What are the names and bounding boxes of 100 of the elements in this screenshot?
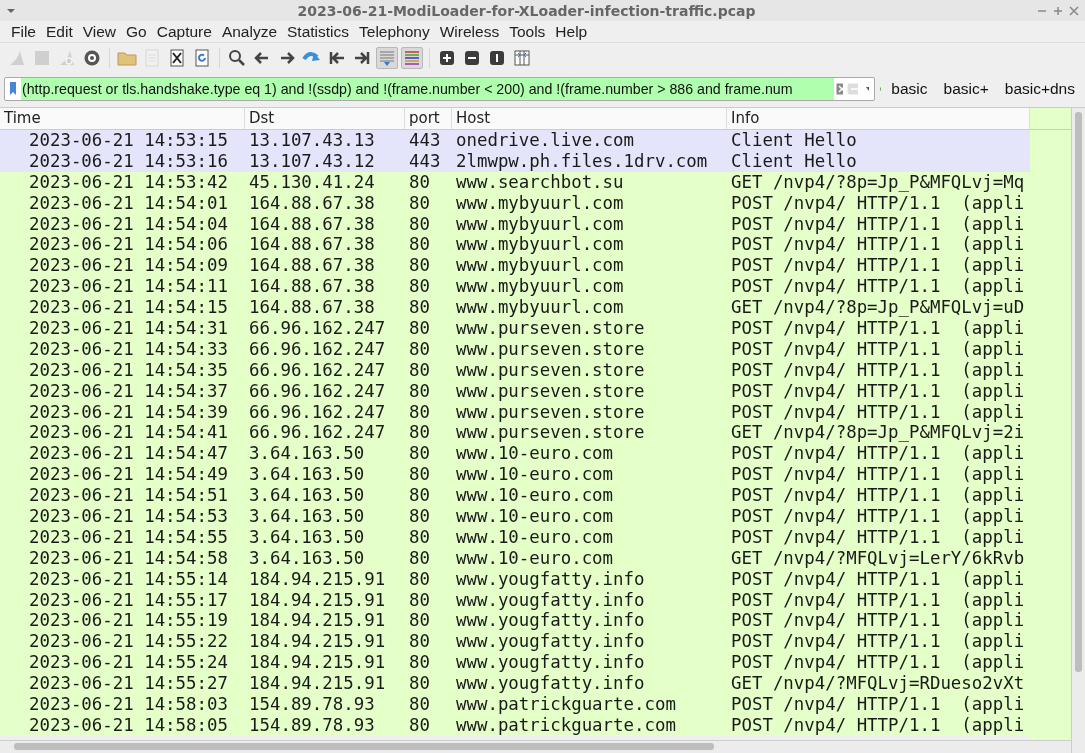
table-cell-text: 184.94.215.91 [248,610,387,632]
table-cell-text: POST /nvp4/ HTTP/1.1 (appli [730,234,1026,256]
menu-item[interactable]: Statistics [282,22,355,41]
table-cell-text: 2023-06-21 14:55:27 [28,673,229,695]
menu-item[interactable]: Help [550,22,593,41]
table-cell-text: 2023-06-21 14:54:39 [28,401,229,423]
table-cell-text: POST /nvp4/ HTTP/1.1 (appli [730,526,1026,548]
packet-row[interactable]: 2023-06-21 14:55:14 184.94.215.91 80 www.yougfatty.info POST /nvp4/ HTTP/1.1 (appli [0,568,1030,590]
menu-item[interactable]: Go [121,22,152,41]
table-cell-text: 80 [408,422,431,444]
menu-item[interactable]: Tools [504,22,551,41]
table-cell-text: www.purseven.store [455,318,646,339]
table-cell-text: www.mybyuurl.com [455,192,625,214]
packet-row[interactable]: 2023-06-21 14:54:06 164.88.67.38 80 www.mybyuurl.com POST /nvp4/ HTTP/1.1 (appli [0,234,1030,256]
packet-row[interactable]: 2023-06-21 14:54:11 164.88.67.38 80 www.mybyuurl.com POST /nvp4/ HTTP/1.1 (appli [0,276,1030,298]
colored-lines-icon[interactable] [401,46,423,69]
packet-row[interactable]: 2023-06-21 14:54:47 3.64.163.50 80 www.10-euro.com POST /nvp4/ HTTP/1.1 (appli [0,443,1030,465]
packet-row[interactable]: 2023-06-21 14:54:55 3.64.163.50 80 www.10-euro.com POST /nvp4/ HTTP/1.1 (appli [0,526,1030,548]
packet-row[interactable]: 2023-06-21 14:54:53 3.64.163.50 80 www.10-euro.com POST /nvp4/ HTTP/1.1 (appli [0,506,1030,527]
packet-row[interactable]: 2023-06-21 14:54:09 164.88.67.38 80 www.mybyuurl.com POST /nvp4/ HTTP/1.1 (appli [0,255,1030,277]
packet-row[interactable]: 2023-06-21 14:54:01 164.88.67.38 80 www.mybyuurl.com POST /nvp4/ HTTP/1.1 (appli [0,192,1030,214]
menu-item[interactable]: File [6,22,41,41]
table-cell-text: 3.64.163.50 [248,464,366,486]
menu-item[interactable]: View [77,22,122,41]
column-header[interactable]: Time [0,108,245,129]
menu-item[interactable]: Wireless [434,22,505,41]
packet-row[interactable]: 2023-06-21 14:53:42 45.130.41.24 80 www.searchbot.su GET /nvp4/?8p=Jp_P&MFQLvj=Mq [0,171,1030,193]
menu-item[interactable]: Edit [41,22,78,41]
window-menu-icon[interactable] [6,6,16,15]
table-cell-text: www.purseven.store [455,380,646,402]
table-cell-text: POST /nvp4/ HTTP/1.1 (appli [730,610,1026,632]
table-cell-text: 2023-06-21 14:54:41 [28,422,229,444]
table-cell-text: www.purseven.store [455,422,646,444]
packet-row[interactable]: 2023-06-21 14:55:22 184.94.215.91 80 www.yougfatty.info POST /nvp4/ HTTP/1.1 (appli [0,631,1030,653]
table-cell-text: 2023-06-21 14:55:14 [28,568,229,590]
table-cell-text: 164.88.67.38 [248,255,376,277]
column-header[interactable]: port [405,108,452,129]
filter-button[interactable]: basic+dns [998,80,1081,98]
table-cell-text: www.10-euro.com [455,547,615,569]
table-cell-text: 3.64.163.50 [248,547,366,569]
table-cell-text: 80 [408,443,431,465]
table-cell-text: POST /nvp4/ HTTP/1.1 (appli [730,359,1026,381]
table-cell-text: 45.130.41.24 [248,171,376,193]
column-header[interactable]: Host [452,108,727,129]
menu-item[interactable]: Capture [151,22,217,41]
packet-row[interactable]: 2023-06-21 14:54:49 3.64.163.50 80 www.10-euro.com POST /nvp4/ HTTP/1.1 (appli [0,464,1030,486]
table-cell-text: GET /nvp4/?8p=Jp_P&MFQLvj=Mq [730,171,1026,193]
packet-row[interactable]: 2023-06-21 14:54:58 3.64.163.50 80 www.10-euro.com GET /nvp4/?MFQLvj=LerY/6kRvb [0,547,1030,569]
table-cell-text: Client Hello [730,130,858,151]
table-cell-text: www.10-euro.com [455,526,615,548]
packet-row[interactable]: 2023-06-21 14:54:15 164.88.67.38 80 www.mybyuurl.com GET /nvp4/?8p=Jp_P&MFQLvj=uD [0,297,1030,318]
table-cell-text: POST /nvp4/ HTTP/1.1 (appli [730,652,1026,674]
packet-row[interactable]: 2023-06-21 14:54:31 66.96.162.247 80 www.purseven.store POST /nvp4/ HTTP/1.1 (appli [0,318,1030,339]
horizontal-scrollbar[interactable] [0,740,1071,753]
clear-icon[interactable] [836,83,843,95]
menu-item[interactable]: Analyze [216,22,283,41]
filter-button[interactable]: basic [885,80,934,98]
bookmark-icon[interactable] [7,81,19,97]
table-cell-text: 66.96.162.247 [248,422,387,444]
table-cell-text: www.10-euro.com [455,506,615,527]
packet-row[interactable]: 2023-06-21 14:54:33 66.96.162.247 80 www.purseven.store POST /nvp4/ HTTP/1.1 (appli [0,338,1030,360]
packet-row[interactable]: 2023-06-21 14:55:24 184.94.215.91 80 www.yougfatty.info POST /nvp4/ HTTP/1.1 (appli [0,652,1030,674]
table-cell-text: POST /nvp4/ HTTP/1.1 (appli [730,255,1026,277]
table-cell-text: 80 [408,610,431,632]
packet-row[interactable]: 2023-06-21 14:53:15 13.107.43.13 443 onedrive.live.com Client Hello [0,130,1030,151]
table-cell-text: POST /nvp4/ HTTP/1.1 (appli [730,506,1026,527]
filter-button[interactable]: basic+ [937,80,995,98]
packet-row[interactable]: 2023-06-21 14:58:03 154.89.78.93 80 www.patrickguarte.com POST /nvp4/ HTTP/1.1 (appli [0,694,1030,715]
table-cell-text: 80 [408,485,431,507]
packet-row[interactable]: 2023-06-21 14:53:16 13.107.43.12 443 2lmwpw.ph.files.1drv.com Client Hello [0,150,1030,172]
packet-row[interactable]: 2023-06-21 14:54:04 164.88.67.38 80 www.mybyuurl.com POST /nvp4/ HTTP/1.1 (appli [0,213,1030,235]
table-cell-text: 80 [408,714,431,736]
packet-row[interactable]: 2023-06-21 14:58:05 154.89.78.93 80 www.patrickguarte.com POST /nvp4/ HTTP/1.1 (appli [0,714,1030,736]
table-cell-text: 2023-06-21 14:53:16 [28,150,229,172]
packet-row[interactable]: 2023-06-21 14:55:19 184.94.215.91 80 www.yougfatty.info POST /nvp4/ HTTP/1.1 (appli [0,610,1030,632]
dropdown-caret-icon[interactable] [864,86,869,92]
menu-item[interactable]: Telephony [354,22,435,41]
table-cell-text: 2023-06-21 14:54:47 [28,443,229,465]
packet-row[interactable]: 2023-06-21 14:54:51 3.64.163.50 80 www.10-euro.com POST /nvp4/ HTTP/1.1 (appli [0,485,1030,507]
table-cell-text: POST /nvp4/ HTTP/1.1 (appli [730,568,1026,590]
table-cell-text: www.yougfatty.info [455,589,646,611]
table-cell-text: 2023-06-21 14:54:15 [28,297,229,318]
packet-row[interactable]: 2023-06-21 14:55:27 184.94.215.91 80 www.yougfatty.info GET /nvp4/?MFQLvj=RDueso2vXt [0,673,1030,695]
close-icon[interactable] [1069,5,1079,16]
vertical-scrollbar[interactable] [1071,108,1085,753]
packet-row[interactable]: 2023-06-21 14:55:17 184.94.215.91 80 www.yougfatty.info POST /nvp4/ HTTP/1.1 (appli [0,589,1030,611]
table-cell-text: POST /nvp4/ HTTP/1.1 (appli [730,464,1026,486]
column-header[interactable]: Dst [245,108,405,129]
table-cell-text: 80 [408,694,431,715]
maximize-icon[interactable] [1053,5,1063,16]
table-cell-text: 2023-06-21 14:54:51 [28,485,229,507]
packet-row[interactable]: 2023-06-21 14:54:39 66.96.162.247 80 www.purseven.store POST /nvp4/ HTTP/1.1 (appli [0,401,1030,423]
table-cell-text: 2023-06-21 14:55:24 [28,652,229,674]
table-cell-text: 2023-06-21 14:54:31 [28,318,229,339]
table-cell-text: POST /nvp4/ HTTP/1.1 (appli [730,485,1026,507]
packet-row[interactable]: 2023-06-21 14:54:41 66.96.162.247 80 www.purseven.store GET /nvp4/?8p=Jp_P&MFQLvj=2i [0,422,1030,444]
packet-row[interactable]: 2023-06-21 14:54:37 66.96.162.247 80 www.purseven.store POST /nvp4/ HTTP/1.1 (appli [0,380,1030,402]
table-cell-text: 80 [408,171,431,193]
packet-row[interactable]: 2023-06-21 14:54:35 66.96.162.247 80 www.purseven.store POST /nvp4/ HTTP/1.1 (appli [0,359,1030,381]
table-cell-text: 80 [408,234,431,256]
